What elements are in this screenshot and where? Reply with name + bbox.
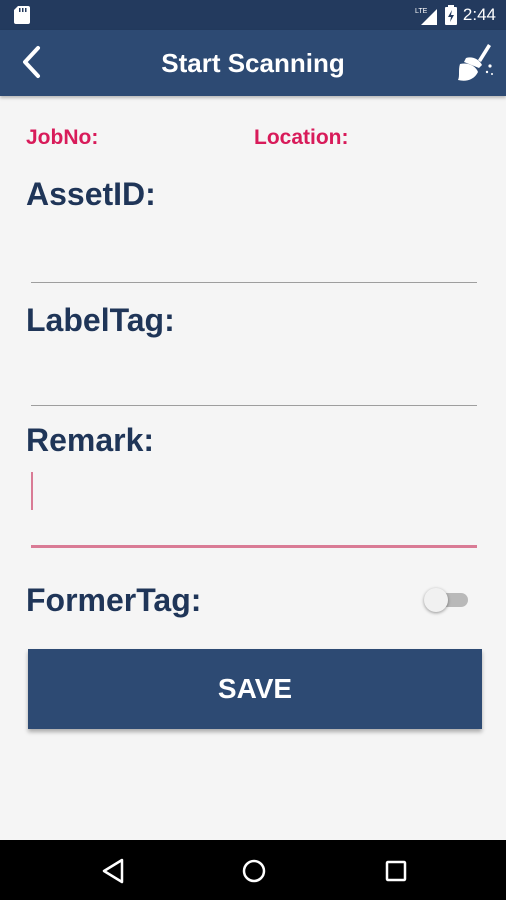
jobno-label: JobNo: xyxy=(26,126,99,149)
back-button[interactable] xyxy=(14,42,54,82)
scan-form: JobNo: Location: AssetID: LabelTag: Rema… xyxy=(0,96,506,840)
app-bar: Start Scanning xyxy=(0,30,506,96)
labeltag-label: LabelTag: xyxy=(26,302,175,338)
assetid-input[interactable] xyxy=(31,236,477,280)
screen: LTE 2:44 Start Scanning JobNo: Location:… xyxy=(0,0,506,900)
system-nav-bar xyxy=(0,840,506,900)
broom-icon xyxy=(458,44,493,81)
formertag-toggle[interactable] xyxy=(424,588,470,612)
chevron-left-icon xyxy=(23,46,40,78)
text-cursor xyxy=(31,472,33,510)
sd-card-icon xyxy=(14,6,30,24)
back-triangle-icon[interactable] xyxy=(98,856,128,886)
recents-square-icon[interactable] xyxy=(381,856,411,886)
remark-label: Remark: xyxy=(26,422,155,458)
location-label: Location: xyxy=(254,126,349,149)
remark-input[interactable] xyxy=(31,470,477,514)
clear-button[interactable] xyxy=(452,40,496,84)
battery-icon xyxy=(444,5,457,25)
status-time: 2:44 xyxy=(462,5,496,24)
remark-underline xyxy=(31,545,477,548)
assetid-underline xyxy=(31,282,477,283)
labeltag-underline xyxy=(31,405,477,406)
toggle-thumb xyxy=(424,588,448,612)
labeltag-input[interactable] xyxy=(31,358,477,402)
page-title: Start Scanning xyxy=(161,48,345,78)
save-button[interactable]: SAVE xyxy=(28,649,482,729)
home-circle-icon[interactable] xyxy=(239,856,269,886)
signal-icon: LTE xyxy=(415,8,437,25)
status-icons: LTE 2:44 xyxy=(415,0,496,30)
assetid-label: AssetID: xyxy=(26,176,156,212)
network-type-label: LTE xyxy=(415,8,428,15)
status-bar: LTE 2:44 xyxy=(0,0,506,30)
formertag-label: FormerTag: xyxy=(26,582,202,618)
